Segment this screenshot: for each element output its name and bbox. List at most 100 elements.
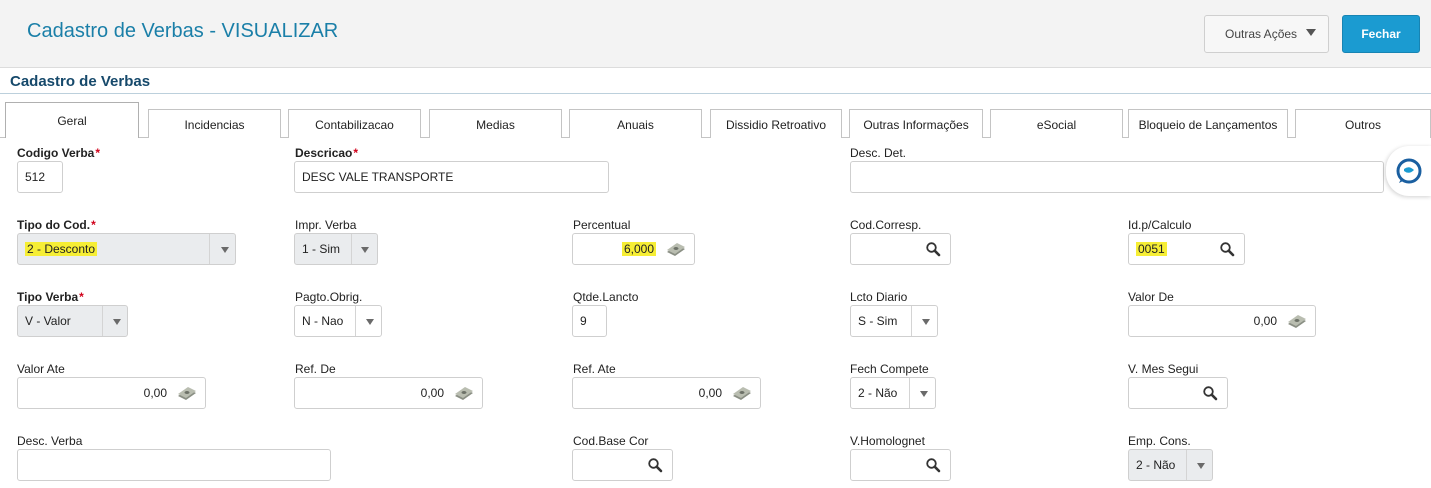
search-icon[interactable] xyxy=(925,241,941,257)
search-icon[interactable] xyxy=(1202,385,1218,401)
section-title: Cadastro de Verbas xyxy=(10,73,151,90)
v-homolognet-field[interactable] xyxy=(850,449,951,481)
cod-corresp-field[interactable] xyxy=(850,233,951,265)
ref-de-label: Ref. De xyxy=(295,362,336,376)
v-mes-segui-field[interactable] xyxy=(1128,377,1228,409)
tipo-verba-select[interactable]: V - Valor xyxy=(17,305,128,337)
chat-assistant-button[interactable] xyxy=(1386,146,1431,196)
tipo-cod-select[interactable]: 2 - Desconto xyxy=(17,233,236,265)
section-divider xyxy=(0,93,1431,94)
desc-det-field[interactable] xyxy=(850,161,1384,193)
ref-de-field[interactable]: 0,00 xyxy=(294,377,483,409)
descricao-label: Descricao* xyxy=(295,146,359,160)
ref-de-value: 0,00 xyxy=(420,386,444,400)
valor-ate-field[interactable]: 0,00 xyxy=(17,377,206,409)
id-calculo-label: Id.p/Calculo xyxy=(1128,218,1192,232)
tab-contabilizacao[interactable]: Contabilizacao xyxy=(288,109,421,138)
percentual-value: 6,000 xyxy=(621,242,656,256)
search-icon[interactable] xyxy=(1219,241,1235,257)
emp-cons-label: Emp. Cons. xyxy=(1128,434,1191,448)
v-homolognet-label: V.Homolognet xyxy=(850,434,925,448)
select-separator xyxy=(909,378,910,408)
valor-ate-label: Valor Ate xyxy=(17,362,65,376)
codigo-verba-field[interactable]: 512 xyxy=(17,161,63,193)
tipo-cod-value: 2 - Desconto xyxy=(25,242,98,256)
money-icon[interactable] xyxy=(731,387,753,401)
tab-incidencias[interactable]: Incidencias xyxy=(148,109,281,138)
tab-dissidio-retroativo[interactable]: Dissidio Retroativo xyxy=(710,109,842,138)
select-separator xyxy=(1186,450,1187,480)
top-bar: Cadastro de Verbas - VISUALIZAR Outras A… xyxy=(0,0,1431,68)
valor-de-label: Valor De xyxy=(1128,290,1174,304)
search-icon[interactable] xyxy=(925,457,941,473)
select-separator xyxy=(911,306,912,336)
qtde-lancto-value: 9 xyxy=(580,314,587,328)
chevron-down-icon xyxy=(113,319,121,325)
ref-ate-label: Ref. Ate xyxy=(573,362,616,376)
tab-anuais[interactable]: Anuais xyxy=(569,109,702,138)
emp-cons-select[interactable]: 2 - Não xyxy=(1128,449,1213,481)
v-mes-segui-label: V. Mes Segui xyxy=(1128,362,1199,376)
select-separator xyxy=(209,234,210,264)
tipo-verba-label: Tipo Verba* xyxy=(17,290,84,304)
desc-verba-field[interactable] xyxy=(17,449,331,481)
select-separator xyxy=(355,306,356,336)
other-actions-label: Outras Ações xyxy=(1225,27,1298,41)
desc-det-label: Desc. Det. xyxy=(850,146,907,160)
fech-compete-value: 2 - Não xyxy=(858,386,898,400)
qtde-lancto-field[interactable]: 9 xyxy=(572,305,607,337)
pagto-obrig-value: N - Nao xyxy=(302,314,344,328)
search-icon[interactable] xyxy=(647,457,663,473)
codigo-verba-label: Codigo Verba* xyxy=(17,146,101,160)
emp-cons-value: 2 - Não xyxy=(1136,458,1176,472)
money-icon[interactable] xyxy=(176,387,198,401)
cod-base-cor-field[interactable] xyxy=(572,449,673,481)
chevron-down-icon xyxy=(1306,29,1316,36)
select-separator xyxy=(351,234,352,264)
cod-base-cor-label: Cod.Base Cor xyxy=(573,434,649,448)
fech-compete-label: Fech Compete xyxy=(850,362,929,376)
cod-corresp-label: Cod.Corresp. xyxy=(850,218,922,232)
tab-geral[interactable]: Geral xyxy=(5,102,139,138)
ref-ate-field[interactable]: 0,00 xyxy=(572,377,761,409)
descricao-field[interactable]: DESC VALE TRANSPORTE xyxy=(294,161,609,193)
other-actions-button[interactable]: Outras Ações xyxy=(1204,15,1329,53)
chat-assistant-icon xyxy=(1396,158,1422,184)
lcto-diario-label: Lcto Diario xyxy=(850,290,908,304)
qtde-lancto-label: Qtde.Lancto xyxy=(573,290,639,304)
chevron-down-icon xyxy=(221,247,229,253)
lcto-diario-select[interactable]: S - Sim xyxy=(850,305,938,337)
id-calculo-field[interactable]: 0051 xyxy=(1128,233,1245,265)
impr-verba-select[interactable]: 1 - Sim xyxy=(294,233,378,265)
select-separator xyxy=(102,306,103,336)
valor-ate-value: 0,00 xyxy=(143,386,167,400)
chevron-down-icon xyxy=(366,319,374,325)
money-icon[interactable] xyxy=(665,243,687,257)
valor-de-field[interactable]: 0,00 xyxy=(1128,305,1316,337)
tab-outras-informacoes[interactable]: Outras Informações xyxy=(849,109,983,138)
chevron-down-icon xyxy=(920,391,928,397)
page-title: Cadastro de Verbas - VISUALIZAR xyxy=(27,20,339,42)
id-calculo-value: 0051 xyxy=(1136,242,1167,256)
valor-de-value: 0,00 xyxy=(1253,314,1277,328)
tab-bloqueio-lancamentos[interactable]: Bloqueio de Lançamentos xyxy=(1128,109,1288,138)
close-button[interactable]: Fechar xyxy=(1342,15,1420,53)
chevron-down-icon xyxy=(361,247,369,253)
tab-outros[interactable]: Outros xyxy=(1295,109,1431,138)
tipo-verba-value: V - Valor xyxy=(25,314,71,328)
impr-verba-value: 1 - Sim xyxy=(302,242,341,256)
money-icon[interactable] xyxy=(453,387,475,401)
chevron-down-icon xyxy=(1197,463,1205,469)
lcto-diario-value: S - Sim xyxy=(858,314,898,328)
descricao-value: DESC VALE TRANSPORTE xyxy=(302,170,454,184)
tab-medias[interactable]: Medias xyxy=(429,109,562,138)
percentual-field[interactable]: 6,000 xyxy=(572,233,695,265)
money-icon[interactable] xyxy=(1286,315,1308,329)
pagto-obrig-select[interactable]: N - Nao xyxy=(294,305,382,337)
impr-verba-label: Impr. Verba xyxy=(295,218,357,232)
tab-esocial[interactable]: eSocial xyxy=(990,109,1123,138)
chevron-down-icon xyxy=(922,319,930,325)
desc-verba-label: Desc. Verba xyxy=(17,434,83,448)
pagto-obrig-label: Pagto.Obrig. xyxy=(295,290,363,304)
fech-compete-select[interactable]: 2 - Não xyxy=(850,377,936,409)
